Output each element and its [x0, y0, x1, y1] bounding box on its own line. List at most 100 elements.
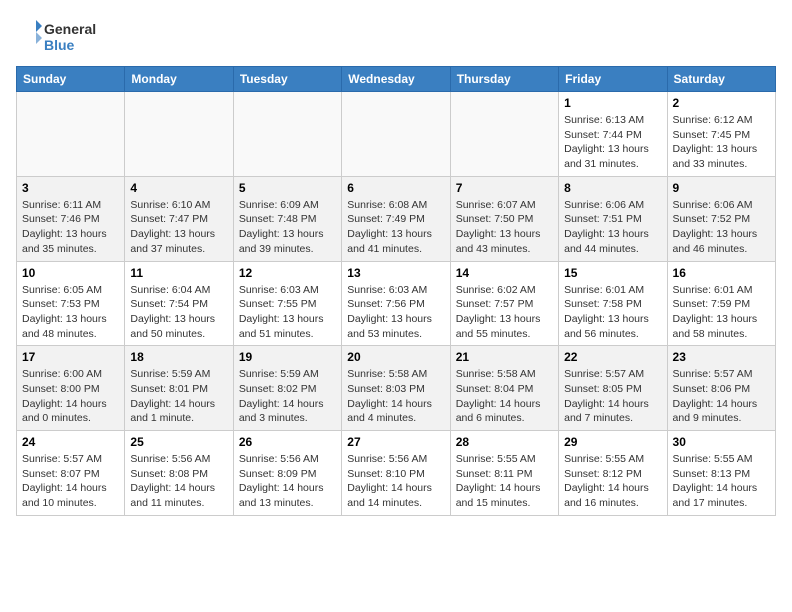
calendar-cell: 2 Sunrise: 6:12 AMSunset: 7:45 PMDaylight…: [667, 92, 775, 177]
day-info: Sunrise: 6:06 AMSunset: 7:51 PMDaylight:…: [564, 198, 661, 257]
calendar-cell: 21Sunrise: 5:58 AMSunset: 8:04 PMDayligh…: [450, 346, 558, 431]
day-info: Sunrise: 6:13 AMSunset: 7:44 PMDaylight:…: [564, 113, 661, 172]
calendar-cell: 22 Sunrise: 5:57 AMSunset: 8:05 PMDayligh…: [559, 346, 667, 431]
day-info: Sunrise: 5:57 AMSunset: 8:06 PMDaylight:…: [673, 367, 770, 426]
calendar-cell: [125, 92, 233, 177]
calendar-cell: 9 Sunrise: 6:06 AMSunset: 7:52 PMDaylight…: [667, 176, 775, 261]
calendar-week-row: 10 Sunrise: 6:05 AMSunset: 7:53 PMDayligh…: [17, 261, 776, 346]
svg-text:Blue: Blue: [44, 37, 75, 53]
day-number: 30: [673, 435, 770, 449]
day-number: 23: [673, 350, 770, 364]
day-number: 13: [347, 266, 444, 280]
calendar-cell: 16 Sunrise: 6:01 AMSunset: 7:59 PMDayligh…: [667, 261, 775, 346]
calendar-cell: 18 Sunrise: 5:59 AMSunset: 8:01 PMDayligh…: [125, 346, 233, 431]
day-info: Sunrise: 5:55 AMSunset: 8:13 PMDaylight:…: [673, 452, 770, 511]
day-number: 22: [564, 350, 661, 364]
day-of-week-header: Monday: [125, 67, 233, 92]
day-number: 8: [564, 181, 661, 195]
calendar-cell: 15 Sunrise: 6:01 AMSunset: 7:58 PMDayligh…: [559, 261, 667, 346]
calendar-cell: 30 Sunrise: 5:55 AMSunset: 8:13 PMDayligh…: [667, 431, 775, 516]
calendar-cell: 10 Sunrise: 6:05 AMSunset: 7:53 PMDayligh…: [17, 261, 125, 346]
calendar-cell: 29 Sunrise: 5:55 AMSunset: 8:12 PMDayligh…: [559, 431, 667, 516]
day-info: Sunrise: 5:57 AMSunset: 8:05 PMDaylight:…: [564, 367, 661, 426]
day-number: 21: [456, 350, 553, 364]
calendar-week-row: 3 Sunrise: 6:11 AMSunset: 7:46 PMDaylight…: [17, 176, 776, 261]
calendar-cell: 19Sunrise: 5:59 AMSunset: 8:02 PMDayligh…: [233, 346, 341, 431]
calendar-cell: 7 Sunrise: 6:07 AMSunset: 7:50 PMDaylight…: [450, 176, 558, 261]
day-of-week-header: Saturday: [667, 67, 775, 92]
calendar-cell: 3 Sunrise: 6:11 AMSunset: 7:46 PMDaylight…: [17, 176, 125, 261]
day-number: 16: [673, 266, 770, 280]
day-info: Sunrise: 6:09 AMSunset: 7:48 PMDaylight:…: [239, 198, 336, 257]
day-info: Sunrise: 6:00 AMSunset: 8:00 PMDaylight:…: [22, 367, 119, 426]
calendar-cell: [450, 92, 558, 177]
day-number: 20: [347, 350, 444, 364]
day-of-week-header: Friday: [559, 67, 667, 92]
calendar-week-row: 24 Sunrise: 5:57 AMSunset: 8:07 PMDayligh…: [17, 431, 776, 516]
day-info: Sunrise: 5:58 AMSunset: 8:03 PMDaylight:…: [347, 367, 444, 426]
day-info: Sunrise: 6:02 AMSunset: 7:57 PMDaylight:…: [456, 283, 553, 342]
day-number: 10: [22, 266, 119, 280]
day-info: Sunrise: 5:56 AMSunset: 8:08 PMDaylight:…: [130, 452, 227, 511]
day-number: 5: [239, 181, 336, 195]
day-info: Sunrise: 6:01 AMSunset: 7:59 PMDaylight:…: [673, 283, 770, 342]
calendar-table: SundayMondayTuesdayWednesdayThursdayFrid…: [16, 66, 776, 516]
day-info: Sunrise: 5:55 AMSunset: 8:12 PMDaylight:…: [564, 452, 661, 511]
day-number: 24: [22, 435, 119, 449]
calendar-cell: 12 Sunrise: 6:03 AMSunset: 7:55 PMDayligh…: [233, 261, 341, 346]
day-number: 2: [673, 96, 770, 110]
day-number: 1: [564, 96, 661, 110]
day-info: Sunrise: 6:12 AMSunset: 7:45 PMDaylight:…: [673, 113, 770, 172]
day-number: 29: [564, 435, 661, 449]
day-info: Sunrise: 6:08 AMSunset: 7:49 PMDaylight:…: [347, 198, 444, 257]
day-info: Sunrise: 5:57 AMSunset: 8:07 PMDaylight:…: [22, 452, 119, 511]
day-info: Sunrise: 5:56 AMSunset: 8:09 PMDaylight:…: [239, 452, 336, 511]
calendar-cell: 4Sunrise: 6:10 AMSunset: 7:47 PMDaylight…: [125, 176, 233, 261]
day-number: 7: [456, 181, 553, 195]
calendar-cell: 20 Sunrise: 5:58 AMSunset: 8:03 PMDayligh…: [342, 346, 450, 431]
calendar-cell: 24 Sunrise: 5:57 AMSunset: 8:07 PMDayligh…: [17, 431, 125, 516]
calendar-cell: 23 Sunrise: 5:57 AMSunset: 8:06 PMDayligh…: [667, 346, 775, 431]
day-info: Sunrise: 5:55 AMSunset: 8:11 PMDaylight:…: [456, 452, 553, 511]
day-number: 17: [22, 350, 119, 364]
calendar-cell: 25 Sunrise: 5:56 AMSunset: 8:08 PMDayligh…: [125, 431, 233, 516]
day-info: Sunrise: 6:05 AMSunset: 7:53 PMDaylight:…: [22, 283, 119, 342]
day-number: 9: [673, 181, 770, 195]
day-number: 27: [347, 435, 444, 449]
calendar-week-row: 1 Sunrise: 6:13 AMSunset: 7:44 PMDaylight…: [17, 92, 776, 177]
calendar-cell: [233, 92, 341, 177]
day-info: Sunrise: 6:10 AMSunset: 7:47 PMDaylight:…: [130, 198, 227, 257]
svg-text:General: General: [44, 21, 96, 37]
day-number: 25: [130, 435, 227, 449]
day-info: Sunrise: 5:59 AMSunset: 8:01 PMDaylight:…: [130, 367, 227, 426]
day-info: Sunrise: 6:06 AMSunset: 7:52 PMDaylight:…: [673, 198, 770, 257]
day-info: Sunrise: 6:01 AMSunset: 7:58 PMDaylight:…: [564, 283, 661, 342]
calendar-cell: 1 Sunrise: 6:13 AMSunset: 7:44 PMDaylight…: [559, 92, 667, 177]
day-info: Sunrise: 6:03 AMSunset: 7:55 PMDaylight:…: [239, 283, 336, 342]
day-info: Sunrise: 6:11 AMSunset: 7:46 PMDaylight:…: [22, 198, 119, 257]
calendar-cell: 14 Sunrise: 6:02 AMSunset: 7:57 PMDayligh…: [450, 261, 558, 346]
day-of-week-header: Thursday: [450, 67, 558, 92]
day-info: Sunrise: 6:07 AMSunset: 7:50 PMDaylight:…: [456, 198, 553, 257]
day-info: Sunrise: 5:56 AMSunset: 8:10 PMDaylight:…: [347, 452, 444, 511]
calendar-week-row: 17 Sunrise: 6:00 AMSunset: 8:00 PMDayligh…: [17, 346, 776, 431]
calendar-cell: 28Sunrise: 5:55 AMSunset: 8:11 PMDayligh…: [450, 431, 558, 516]
calendar-header-row: SundayMondayTuesdayWednesdayThursdayFrid…: [17, 67, 776, 92]
day-number: 12: [239, 266, 336, 280]
day-number: 14: [456, 266, 553, 280]
day-info: Sunrise: 6:04 AMSunset: 7:54 PMDaylight:…: [130, 283, 227, 342]
day-number: 3: [22, 181, 119, 195]
day-number: 15: [564, 266, 661, 280]
day-number: 26: [239, 435, 336, 449]
day-number: 18: [130, 350, 227, 364]
day-of-week-header: Sunday: [17, 67, 125, 92]
calendar-cell: [17, 92, 125, 177]
day-number: 11: [130, 266, 227, 280]
day-info: Sunrise: 6:03 AMSunset: 7:56 PMDaylight:…: [347, 283, 444, 342]
calendar-cell: 8 Sunrise: 6:06 AMSunset: 7:51 PMDaylight…: [559, 176, 667, 261]
logo: General Blue: [16, 16, 106, 56]
day-number: 19: [239, 350, 336, 364]
page-header: General Blue: [16, 16, 776, 56]
day-of-week-header: Wednesday: [342, 67, 450, 92]
logo-svg: General Blue: [16, 16, 106, 56]
